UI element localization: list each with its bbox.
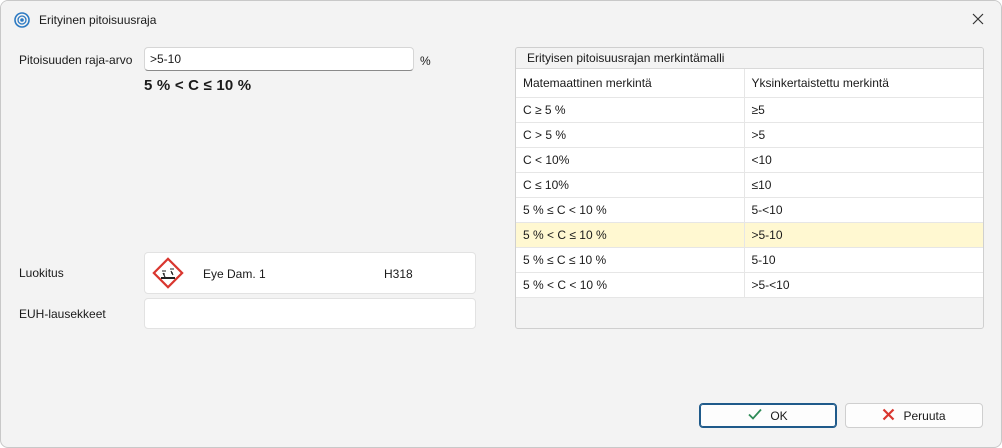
window-title: Erityinen pitoisuusraja — [39, 13, 157, 27]
checkmark-icon — [748, 408, 763, 423]
table-row[interactable]: C ≥ 5 % ≥5 — [516, 97, 983, 123]
close-icon — [972, 13, 984, 28]
limit-unit: % — [420, 54, 431, 68]
notation-table: Matemaattinen merkintä Yksinkertaistettu… — [516, 69, 983, 298]
ok-label: OK — [770, 408, 788, 423]
close-button[interactable] — [955, 1, 1001, 39]
formula-display: 5 % < C ≤ 10 % — [144, 77, 252, 94]
limit-label: Pitoisuuden raja-arvo — [19, 53, 133, 67]
dialog-window: Erityinen pitoisuusraja Pitoisuuden raja… — [0, 0, 1002, 448]
cell-simple-notation: 5-<10 — [744, 197, 983, 223]
cell-simple-notation: >5-10 — [744, 222, 983, 248]
table-row[interactable]: 5 % < C ≤ 10 % >5-10 — [516, 222, 983, 248]
table-row[interactable]: 5 % ≤ C < 10 % 5-<10 — [516, 197, 983, 223]
cell-simple-notation: >5-<10 — [744, 272, 983, 298]
classification-label: Luokitus — [19, 266, 64, 280]
table-row[interactable]: 5 % < C < 10 % >5-<10 — [516, 272, 983, 298]
column-header-simple[interactable]: Yksinkertaistettu merkintä — [744, 69, 983, 98]
target-icon — [14, 12, 30, 28]
ok-button[interactable]: OK — [699, 403, 837, 428]
cell-math-notation: C < 10% — [516, 147, 745, 173]
table-row[interactable]: 5 % ≤ C ≤ 10 % 5-10 — [516, 247, 983, 273]
cell-simple-notation: <10 — [744, 147, 983, 173]
cancel-button[interactable]: Peruuta — [845, 403, 983, 428]
limit-input[interactable] — [144, 47, 414, 71]
hazard-code: H318 — [384, 267, 413, 281]
table-header-row: Matemaattinen merkintä Yksinkertaistettu… — [516, 69, 983, 98]
euh-field[interactable] — [144, 298, 476, 329]
cell-math-notation: C ≥ 5 % — [516, 97, 745, 123]
classification-box[interactable]: Eye Dam. 1 H318 — [144, 252, 476, 294]
cancel-label: Peruuta — [903, 408, 946, 423]
cell-math-notation: 5 % ≤ C < 10 % — [516, 197, 745, 223]
column-header-math[interactable]: Matemaattinen merkintä — [516, 69, 745, 98]
cell-simple-notation: ≤10 — [744, 172, 983, 198]
cell-math-notation: C > 5 % — [516, 122, 745, 148]
cell-math-notation: 5 % ≤ C ≤ 10 % — [516, 247, 745, 273]
cell-math-notation: C ≤ 10% — [516, 172, 745, 198]
table-row[interactable]: C < 10% <10 — [516, 147, 983, 173]
hazard-class: Eye Dam. 1 — [203, 267, 266, 281]
notation-table-panel: Erityisen pitoisuusrajan merkintämalli M… — [515, 47, 984, 329]
cell-math-notation: 5 % < C ≤ 10 % — [516, 222, 745, 248]
title-bar: Erityinen pitoisuusraja — [1, 1, 1001, 39]
table-row[interactable]: C ≤ 10% ≤10 — [516, 172, 983, 198]
euh-label: EUH-lausekkeet — [19, 307, 106, 321]
cell-simple-notation: ≥5 — [744, 97, 983, 123]
cell-math-notation: 5 % < C < 10 % — [516, 272, 745, 298]
table-row[interactable]: C > 5 % >5 — [516, 122, 983, 148]
table-caption: Erityisen pitoisuusrajan merkintämalli — [516, 48, 983, 69]
corrosive-hazard-icon — [152, 257, 184, 289]
cell-simple-notation: >5 — [744, 122, 983, 148]
cell-simple-notation: 5-10 — [744, 247, 983, 273]
cancel-x-icon — [882, 408, 895, 424]
